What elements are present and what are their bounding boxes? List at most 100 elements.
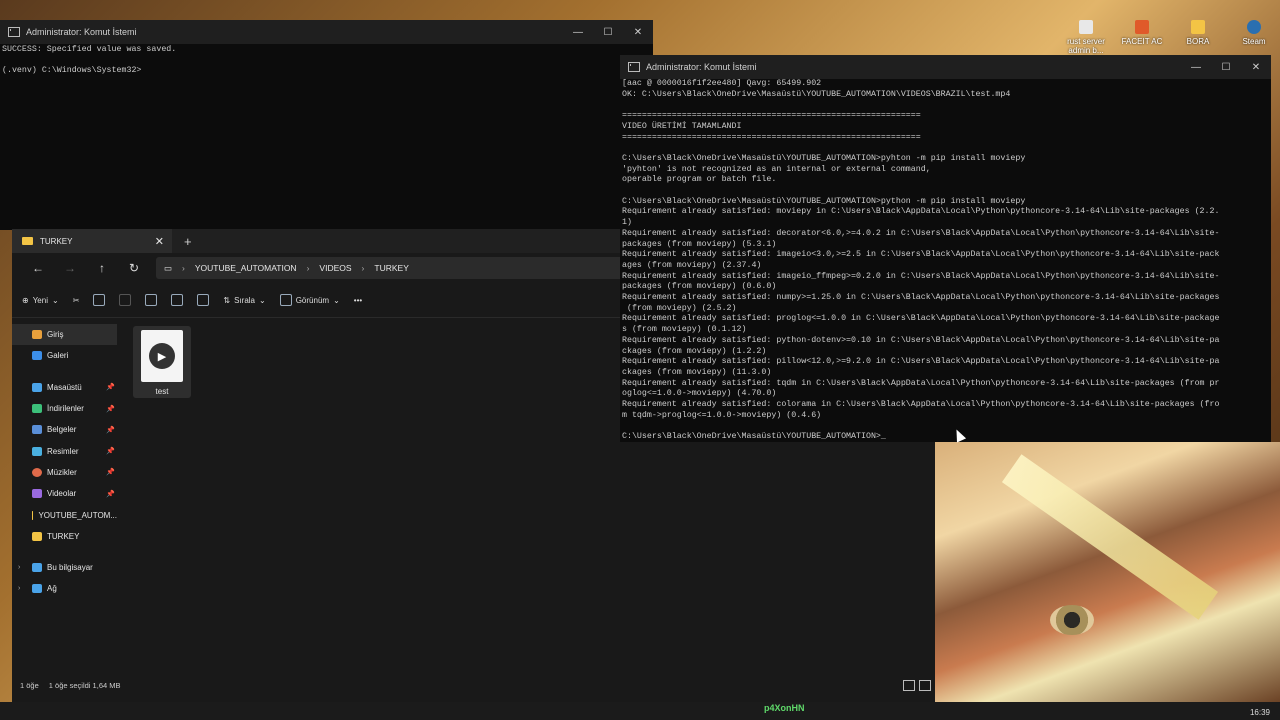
desktop-icon [32, 382, 42, 392]
play-icon: ▶ [149, 343, 175, 369]
terminal-icon [8, 27, 20, 37]
rename-button[interactable] [145, 294, 158, 306]
tab-label: TURKEY [40, 236, 73, 246]
share-button[interactable] [171, 294, 184, 306]
details-view-icon[interactable] [903, 679, 915, 691]
cmd-output[interactable]: SUCCESS: Specified value was saved. (.ve… [0, 44, 653, 77]
documents-icon [32, 425, 42, 435]
copy-icon [93, 294, 106, 306]
sidebar-item-this-pc[interactable]: › Bu bilgisayar [12, 557, 117, 578]
gallery-icon [32, 351, 42, 361]
breadcrumb-item[interactable]: YOUTUBE_AUTOMATION [195, 263, 297, 273]
steam-icon [1247, 20, 1261, 34]
tab-turkey[interactable]: TURKEY ✕ [12, 229, 172, 253]
computer-icon: ▭ [164, 262, 173, 273]
cmd-window-small[interactable]: Administrator: Komut İstemi — ☐ ✕ SUCCES… [0, 20, 653, 230]
sidebar-item-belgeler[interactable]: Belgeler 📌 [12, 419, 117, 440]
chevron-right-icon: › [306, 263, 310, 273]
maximize-icon[interactable]: ☐ [593, 27, 623, 38]
chevron-right-icon[interactable]: › [18, 564, 20, 571]
plus-icon: ⊕ [22, 295, 29, 305]
sidebar-item-label: Belgeler [47, 425, 77, 435]
window-title: Administrator: Komut İstemi [646, 62, 757, 72]
desktop-icon-steam[interactable]: Steam [1230, 20, 1278, 55]
trash-icon [197, 294, 210, 306]
pin-icon: 📌 [106, 448, 115, 456]
cmd-titlebar[interactable]: Administrator: Komut İstemi — ☐ ✕ [620, 55, 1271, 79]
add-tab-icon[interactable]: + [184, 234, 192, 249]
folder-icon [22, 237, 33, 245]
sidebar-item-label: Masaüstü [47, 382, 82, 392]
copy-button[interactable] [93, 294, 106, 306]
file-name: test [155, 387, 169, 396]
item-count: 1 öğe [20, 680, 39, 690]
pin-icon: 📌 [106, 384, 115, 392]
navigation-pane: Giriş Galeri Masaüstü 📌 İndirilenler 📌 Bel… [12, 318, 117, 672]
cut-button[interactable]: ✂ [73, 296, 80, 305]
folder-icon [1191, 20, 1205, 34]
sidebar-item-galeri[interactable]: Galeri [12, 345, 117, 366]
paste-button[interactable] [119, 294, 132, 306]
tiles-view-icon[interactable] [919, 679, 931, 691]
sort-button[interactable]: ⇅ Sırala ⌄ [223, 296, 265, 305]
scissors-icon: ✂ [72, 295, 80, 305]
minimize-icon[interactable]: — [1181, 62, 1211, 73]
videos-icon [32, 489, 42, 499]
refresh-icon[interactable]: ↻ [118, 261, 150, 275]
sidebar-item-label: Resimler [47, 446, 79, 456]
cmd-window-large[interactable]: Administrator: Komut İstemi — ☐ ✕ [aac @… [620, 55, 1271, 442]
view-icon [279, 294, 292, 306]
sidebar-item-muzikler[interactable]: Müzikler 📌 [12, 462, 117, 483]
folder-icon [32, 510, 34, 520]
sidebar-item-videolar[interactable]: Videolar 📌 [12, 483, 117, 504]
sidebar-item-label: Ağ [47, 584, 57, 594]
desktop-icon-rust[interactable]: rust server admin b... [1062, 20, 1110, 55]
selection-info: 1 öğe seçildi 1,64 MB [48, 680, 121, 690]
back-icon[interactable]: ← [22, 261, 54, 275]
sidebar-item-label: Müzikler [47, 467, 77, 477]
download-icon [32, 404, 42, 414]
breadcrumb-item[interactable]: TURKEY [374, 263, 408, 273]
status-bar: 1 öğe 1 öğe seçildi 1,64 MB [12, 672, 935, 698]
sidebar-item-label: Giriş [47, 330, 64, 340]
forward-icon[interactable]: → [54, 261, 86, 275]
cmd-titlebar[interactable]: Administrator: Komut İstemi — ☐ ✕ [0, 20, 653, 44]
minimize-icon[interactable]: — [563, 27, 593, 38]
chevron-right-icon: › [182, 263, 185, 273]
maximize-icon[interactable]: ☐ [1211, 62, 1241, 73]
sidebar-item-turkey[interactable]: TURKEY [12, 526, 117, 547]
desktop-icon-faceit[interactable]: FACEIT AC [1118, 20, 1166, 55]
desktop-icon-bora[interactable]: BORA [1174, 20, 1222, 55]
close-icon[interactable]: ✕ [155, 235, 164, 248]
sidebar-item-masaustu[interactable]: Masaüstü 📌 [12, 377, 117, 398]
close-icon[interactable]: ✕ [623, 27, 653, 38]
chevron-right-icon[interactable]: › [18, 585, 20, 592]
pin-icon: 📌 [106, 405, 115, 413]
more-button[interactable]: ••• [354, 296, 362, 305]
sort-label: Sırala [234, 295, 255, 305]
delete-button[interactable] [197, 294, 210, 306]
network-icon [32, 584, 42, 594]
taskbar: p4XonHN 16:39 [0, 702, 1280, 720]
sidebar-item-youtube-automation[interactable]: YOUTUBE_AUTOM... [12, 504, 117, 525]
new-button[interactable]: ⊕ Yeni ⌄ [22, 296, 59, 305]
desktop-icon-label: FACEIT AC [1121, 37, 1163, 46]
sidebar-item-network[interactable]: › Ağ [12, 578, 117, 599]
close-icon[interactable]: ✕ [1241, 62, 1271, 73]
sidebar-item-resimler[interactable]: Resimler 📌 [12, 440, 117, 461]
share-icon [171, 294, 184, 306]
pictures-icon [32, 446, 42, 456]
faceit-icon [1135, 20, 1149, 34]
sidebar-item-indirilenler[interactable]: İndirilenler 📌 [12, 398, 117, 419]
desktop-icon-label: Steam [1242, 37, 1266, 46]
up-icon[interactable]: ↑ [86, 261, 118, 275]
sidebar-item-label: Galeri [47, 351, 69, 361]
taskbar-clock[interactable]: 16:39 [1250, 708, 1270, 717]
computer-icon [32, 563, 42, 573]
view-button[interactable]: Görünüm ⌄ [279, 294, 340, 306]
file-item-test[interactable]: ▶ test [133, 326, 191, 398]
breadcrumb-item[interactable]: VIDEOS [319, 263, 351, 273]
cmd-output[interactable]: [aac @ 0000016f1f2ee480] Qavg: 65499.902… [620, 79, 1271, 442]
sidebar-item-giris[interactable]: Giriş [12, 324, 117, 346]
desktop-icons: rust server admin b... FACEIT AC BORA St… [1062, 20, 1278, 55]
